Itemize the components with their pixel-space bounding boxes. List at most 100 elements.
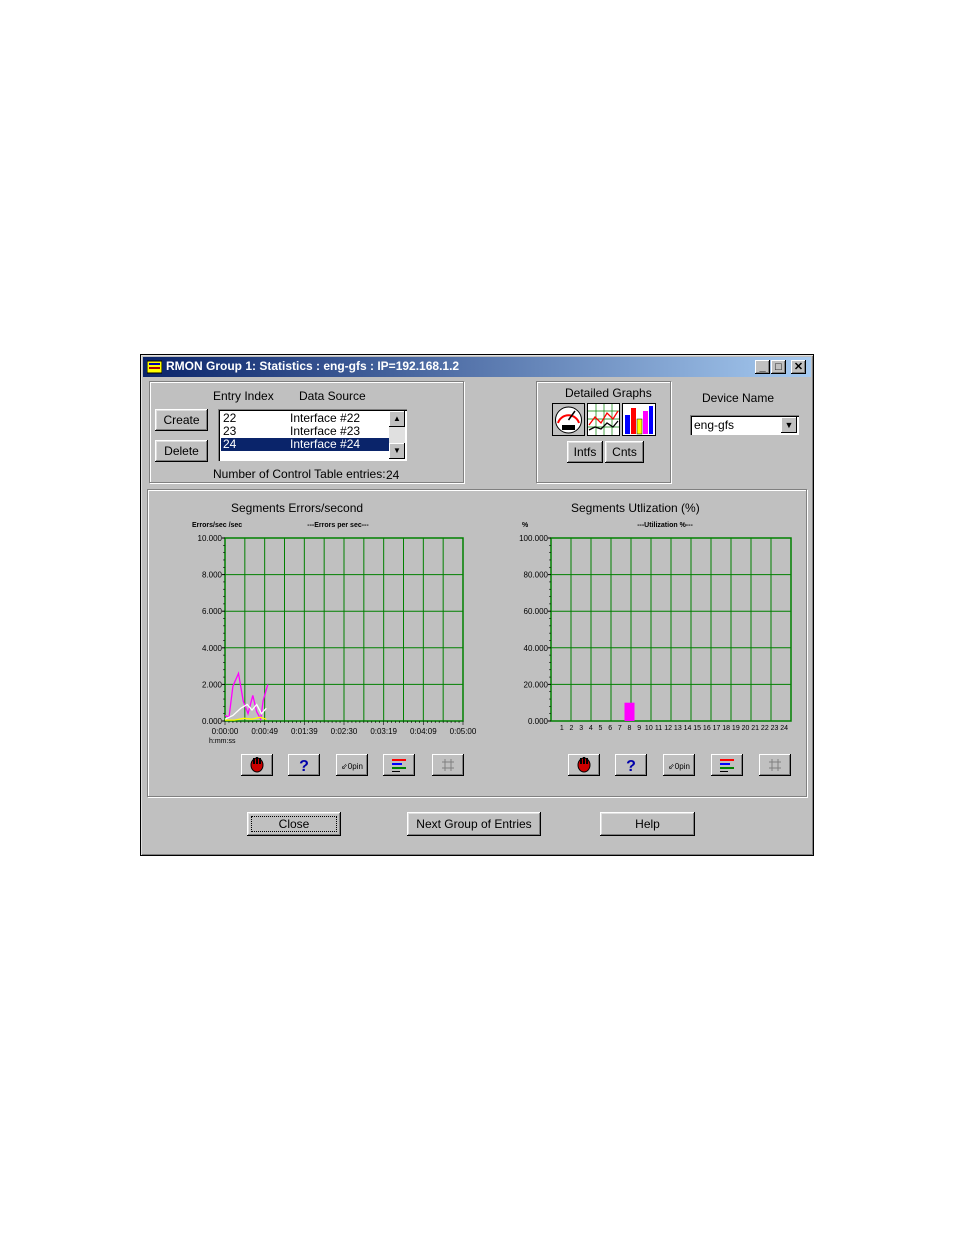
control-table-panel: Entry Index Data Source Create Delete 22…	[149, 381, 464, 483]
x-tick-label: 17	[713, 725, 721, 732]
graph-type-icons	[552, 403, 656, 436]
help-query-button[interactable]: ?	[288, 754, 320, 776]
y-tick-label: 2.000	[202, 680, 223, 689]
svg-text:?: ?	[299, 758, 309, 775]
minimize-button[interactable]: _	[755, 360, 770, 374]
window-title: RMON Group 1: Statistics : eng-gfs : IP=…	[166, 359, 460, 373]
svg-text:⇙0pin: ⇙0pin	[341, 762, 363, 771]
intfs-label: Intfs	[573, 445, 597, 459]
x-tick-label: 6	[608, 725, 612, 732]
errors-chart: Errors/sec /sec ---Errors per sec--- 0.000…	[192, 522, 477, 745]
y-tick-label: 0.000	[202, 717, 223, 726]
x-tick-label: 23	[771, 725, 779, 732]
line-graph-icon[interactable]	[587, 403, 620, 436]
app-icon	[147, 360, 162, 374]
grid-icon	[442, 759, 454, 771]
legend-button[interactable]	[383, 754, 415, 776]
x-tick-label: 20	[742, 725, 750, 732]
chart-subtitle: ---Utilization %---	[637, 522, 693, 529]
pin-button[interactable]: ⇙0pin	[336, 754, 368, 776]
next-group-button[interactable]: Next Group of Entries	[407, 812, 541, 836]
detailed-graphs-panel: Detailed Graphs Intfs Cnts	[536, 381, 671, 483]
errors-chart-title: Segments Errors/second	[231, 501, 364, 515]
bar	[624, 702, 635, 721]
question-icon: ?	[299, 758, 309, 775]
x-tick-label: 0:02:30	[331, 727, 358, 736]
intfs-button[interactable]: Intfs	[567, 441, 603, 463]
list-item-selected[interactable]: 24 Interface #24	[221, 438, 389, 451]
y-tick-label: 80.000	[524, 571, 549, 580]
x-tick-label: 8	[628, 725, 632, 732]
cnts-button[interactable]: Cnts	[605, 441, 644, 463]
utilization-chart: % ---Utilization %--- 0.000 20.000 40.000 60.…	[519, 522, 792, 732]
charts-panel: Segments Errors/second Segments Utlizati…	[147, 489, 807, 797]
entry-source: Interface #24	[290, 437, 361, 451]
stop-hand-button[interactable]	[241, 754, 273, 776]
x-tick-label: 22	[761, 725, 769, 732]
y-tick-label: 60.000	[524, 607, 549, 616]
x-tick-label: 10	[645, 725, 653, 732]
y-tick-label: 4.000	[202, 644, 223, 653]
stop-hand-button[interactable]	[568, 754, 600, 776]
help-button[interactable]: Help	[600, 812, 695, 836]
close-window-button[interactable]: ✕	[791, 360, 806, 374]
close-label: Close	[278, 817, 310, 831]
x-tick-label: 16	[703, 725, 711, 732]
x-tick-label: 18	[722, 725, 730, 732]
rmon-statistics-window: RMON Group 1: Statistics : eng-gfs : IP=…	[140, 354, 814, 856]
grid-toggle-button[interactable]	[432, 754, 464, 776]
legend-icon	[720, 759, 734, 772]
help-query-button[interactable]: ?	[615, 754, 647, 776]
y-tick-label: 6.000	[202, 607, 223, 616]
legend-icon	[392, 759, 406, 772]
device-name-select[interactable]: eng-gfs ▼	[690, 415, 799, 435]
entry-index: 24	[223, 437, 237, 451]
device-name-label: Device Name	[702, 391, 775, 405]
close-button[interactable]: Close	[247, 812, 341, 836]
x-tick-label: 2	[570, 725, 574, 732]
x-tick-label: 0:05:00	[450, 727, 477, 736]
stop-hand-icon	[250, 757, 264, 773]
pin-button[interactable]: ⇙0pin	[663, 754, 695, 776]
x-tick-label: 11	[655, 725, 662, 732]
x-tick-label: 15	[693, 725, 701, 732]
chevron-down-icon[interactable]: ▼	[781, 417, 797, 433]
create-label: Create	[163, 413, 200, 427]
x-tick-label: 19	[732, 725, 740, 732]
x-tick-label: 12	[664, 725, 672, 732]
gauge-graph-icon[interactable]	[552, 403, 585, 436]
device-name-value: eng-gfs	[694, 418, 735, 432]
entry-listbox[interactable]: 22 Interface #22 23 Interface #23 24 Int…	[218, 409, 407, 461]
create-button[interactable]: Create	[155, 409, 208, 431]
entry-count-label: Number of Control Table entries:	[213, 467, 386, 481]
legend-button[interactable]	[711, 754, 743, 776]
x-tick-label: 5	[599, 725, 603, 732]
grid-toggle-button[interactable]	[759, 754, 791, 776]
bar-graph-icon[interactable]	[622, 403, 656, 436]
y-tick-label: 40.000	[524, 644, 549, 653]
y-tick-label: 100.000	[519, 534, 548, 543]
utilization-chart-title: Segments Utlization (%)	[571, 501, 700, 515]
x-tick-label: 24	[780, 725, 788, 732]
x-tick-label: 14	[684, 725, 692, 732]
scroll-up-icon[interactable]: ▲	[389, 411, 405, 427]
x-tick-label: 9	[637, 725, 641, 732]
scroll-down-icon[interactable]: ▼	[389, 443, 405, 459]
y-tick-label: 8.000	[202, 571, 223, 580]
x-tick-label: 21	[751, 725, 759, 732]
data-source-header: Data Source	[299, 389, 366, 403]
cnts-label: Cnts	[612, 445, 637, 459]
x-tick-label: 0:03:19	[370, 727, 397, 736]
x-tick-label: 4	[589, 725, 593, 732]
maximize-button[interactable]: □	[771, 360, 786, 374]
chart-subtitle: ---Errors per sec---	[307, 522, 369, 529]
entry-index-header: Entry Index	[213, 389, 274, 403]
pin-icon: ⇙0pin	[668, 762, 690, 771]
title-bar[interactable]: RMON Group 1: Statistics : eng-gfs : IP=…	[143, 357, 811, 377]
list-scrollbar[interactable]: ▲ ▼	[389, 411, 405, 459]
next-group-label: Next Group of Entries	[416, 817, 532, 831]
entry-count-value: 24	[386, 468, 400, 482]
delete-button[interactable]: Delete	[155, 440, 208, 462]
x-tick-label: 7	[618, 725, 622, 732]
pin-icon: ⇙0pin	[341, 762, 363, 771]
